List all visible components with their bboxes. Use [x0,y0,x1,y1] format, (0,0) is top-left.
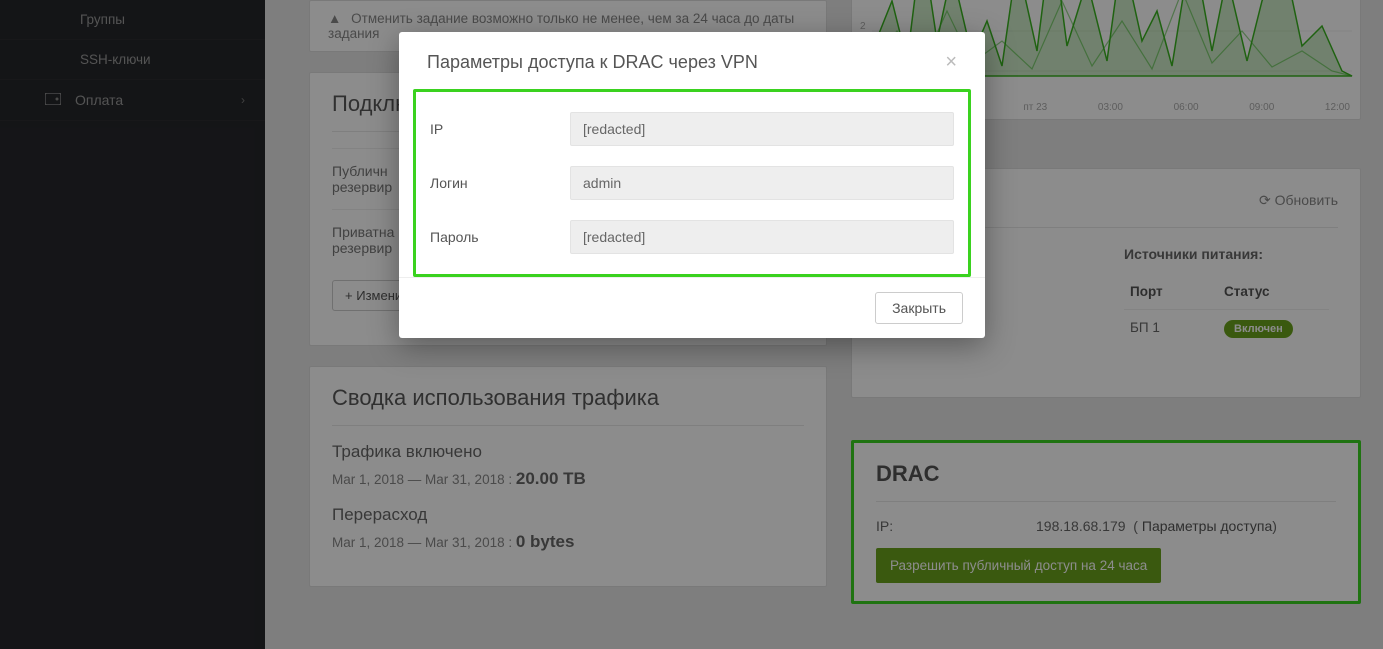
field-label-password: Пароль [430,229,570,245]
field-value-password: [redacted] [570,220,954,254]
field-value-ip: [redacted] [570,112,954,146]
field-value-login: admin [570,166,954,200]
drac-access-modal: Параметры доступа к DRAC через VPN × IP … [399,32,985,338]
modal-title: Параметры доступа к DRAC через VPN [427,52,758,73]
close-icon[interactable]: × [945,52,957,72]
modal-body: IP [redacted] Логин admin Пароль [redact… [413,89,971,277]
close-button[interactable]: Закрыть [875,292,963,324]
field-label-ip: IP [430,121,570,137]
field-label-login: Логин [430,175,570,191]
